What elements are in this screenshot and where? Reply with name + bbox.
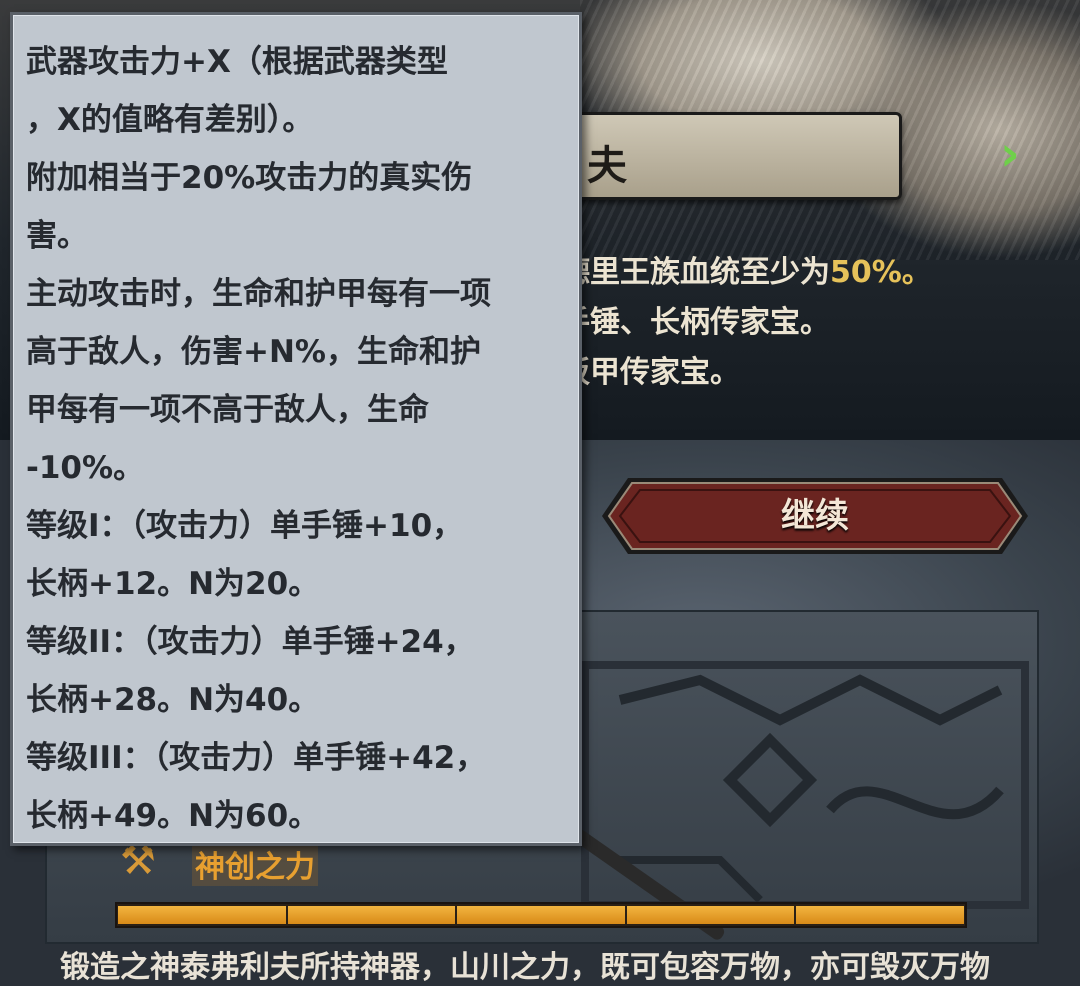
hero-name-plate: 夫: [560, 112, 902, 200]
relic-ornament-frame: [581, 661, 1029, 909]
tooltip-line: 等级III：（攻击力）单手锤+42，: [26, 740, 487, 776]
requirement-bloodline: 德里王族血统至少为50%。: [560, 247, 932, 291]
tooltip-line: 高于敌人，伤害+N%，生命和护: [26, 334, 481, 370]
tooltip-line: 长柄+12。N为20。: [26, 566, 320, 602]
requirement-bloodline-value: 50%。: [830, 255, 932, 290]
skill-tooltip: 武器攻击力+X（根据武器类型 ，X的值略有差别）。 附加相当于20%攻击力的真实…: [10, 12, 582, 846]
tooltip-line: 害。: [26, 218, 88, 254]
hero-name: 夫: [587, 143, 627, 189]
progress-segment: [796, 906, 964, 924]
continue-button-label: 继续: [781, 496, 849, 536]
tooltip-line: ，X的值略有差别）。: [26, 102, 314, 138]
requirement-armor: 板甲传家宝。: [560, 355, 740, 390]
progress-segment: [287, 906, 456, 924]
progress-segment: [626, 906, 795, 924]
tooltip-line: 主动攻击时，生命和护甲每有一项: [26, 276, 491, 312]
requirement-weapon: 手锤、长柄传家宝。: [560, 305, 830, 340]
tooltip-line: 长柄+28。N为40。: [26, 682, 320, 718]
tooltip-line: -10%。: [26, 450, 145, 486]
relic-progress-bar: [115, 902, 967, 928]
tooltip-line: 武器攻击力+X（根据武器类型: [26, 44, 448, 80]
continue-button[interactable]: 继续: [600, 476, 1030, 556]
requirement-bloodline-text: 德里王族血统至少为: [560, 255, 830, 290]
tooltip-line: 等级II：（攻击力）单手锤+24，: [26, 624, 475, 660]
progress-segment: [457, 906, 625, 924]
tooltip-text: 武器攻击力+X（根据武器类型 ，X的值略有差别）。 附加相当于20%攻击力的真实…: [26, 33, 491, 845]
relic-description: 锻造之神泰弗利夫所持神器，山川之力，既可包容万物，亦可毁灭万物: [60, 950, 990, 985]
tooltip-line: 附加相当于20%攻击力的真实伤: [26, 160, 473, 196]
chevron-right-icon[interactable]: ›: [1000, 130, 1036, 178]
relic-name: 神创之力: [192, 842, 318, 886]
tooltip-line: 等级I：（攻击力）单手锤+10，: [26, 508, 464, 544]
tooltip-line: 甲每有一项不高于敌人，生命: [26, 392, 429, 428]
tooltip-line: 长柄+49。N为60。: [26, 798, 320, 834]
progress-segment: [118, 906, 286, 924]
